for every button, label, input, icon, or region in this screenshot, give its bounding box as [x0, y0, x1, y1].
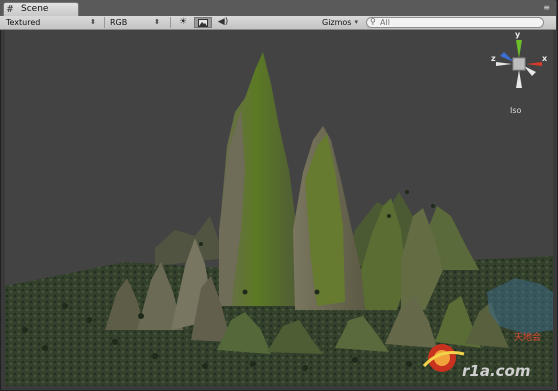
render-mode-value: Textured	[6, 18, 41, 27]
tab-menu-icon[interactable]: ≡	[543, 3, 550, 12]
orientation-gizmo[interactable]: y z x	[490, 30, 550, 92]
image-icon	[198, 19, 208, 27]
scene-viewport[interactable]	[5, 30, 553, 386]
dropdown-arrow-icon: ⬍	[90, 18, 96, 26]
watermark-chinese-text: 天地会	[514, 333, 542, 343]
y-axis-label: y	[515, 30, 521, 39]
scene-toolbar: Textured ⬍ RGB ⬍ ☀ ◀) Gizmos ▾ ⚲	[0, 16, 556, 30]
projection-label[interactable]: Iso	[510, 106, 521, 115]
search-icon: ⚲	[370, 17, 376, 26]
gizmos-dropdown[interactable]: Gizmos ▾	[318, 17, 362, 28]
tab-scene-label: Scene	[21, 4, 49, 14]
toolbar-divider	[104, 17, 105, 28]
speaker-icon: ◀)	[217, 17, 229, 27]
channel-dropdown[interactable]: RGB ⬍	[106, 17, 164, 28]
search-input[interactable]	[380, 18, 530, 27]
dropdown-arrow-icon: ▾	[354, 18, 358, 26]
search-field[interactable]: ⚲	[366, 17, 544, 28]
sun-icon: ☀	[178, 17, 188, 27]
terrain-mesh	[5, 52, 553, 386]
svg-text:r1a.com: r1a.com	[462, 362, 530, 380]
axis-gizmo-icon	[496, 40, 542, 88]
x-axis-label: x	[542, 54, 548, 63]
tab-scene[interactable]: # Scene	[3, 2, 79, 16]
tab-strip: # Scene ≡	[0, 0, 556, 16]
scene-grid-icon: #	[7, 4, 14, 15]
gizmos-label: Gizmos	[322, 18, 352, 27]
lighting-toggle-button[interactable]: ☀	[174, 17, 192, 28]
channel-value: RGB	[110, 18, 128, 27]
image-effects-toggle-button[interactable]	[194, 17, 212, 28]
toolbar-divider	[170, 17, 171, 28]
audio-toggle-button[interactable]: ◀)	[214, 17, 232, 28]
render-mode-dropdown[interactable]: Textured ⬍	[2, 17, 100, 28]
dropdown-arrow-icon: ⬍	[154, 18, 160, 26]
z-axis-label: z	[491, 54, 496, 63]
